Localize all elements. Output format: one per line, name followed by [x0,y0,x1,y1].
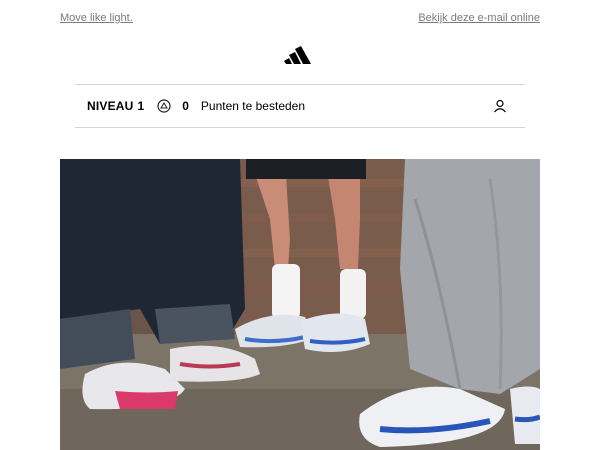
points-value: 0 [182,99,189,113]
points-label: Punten te besteden [200,99,306,113]
points-coin-icon [157,99,171,113]
adidas-logo-icon[interactable] [284,45,316,65]
level-label: NIVEAU [87,99,134,113]
view-online-link[interactable]: Bekijk deze e-mail online [418,12,540,24]
level-value: 1 [137,99,145,113]
tagline-link[interactable]: Move like light. [60,12,133,24]
loyalty-bar: NIVEAU 1 0 Punten te besteden [75,84,525,128]
user-profile-icon[interactable] [493,99,507,113]
hero-photo [60,159,540,450]
top-links-bar: Move like light. Bekijk deze e-mail onli… [60,10,540,26]
hero-image[interactable] [60,159,540,450]
